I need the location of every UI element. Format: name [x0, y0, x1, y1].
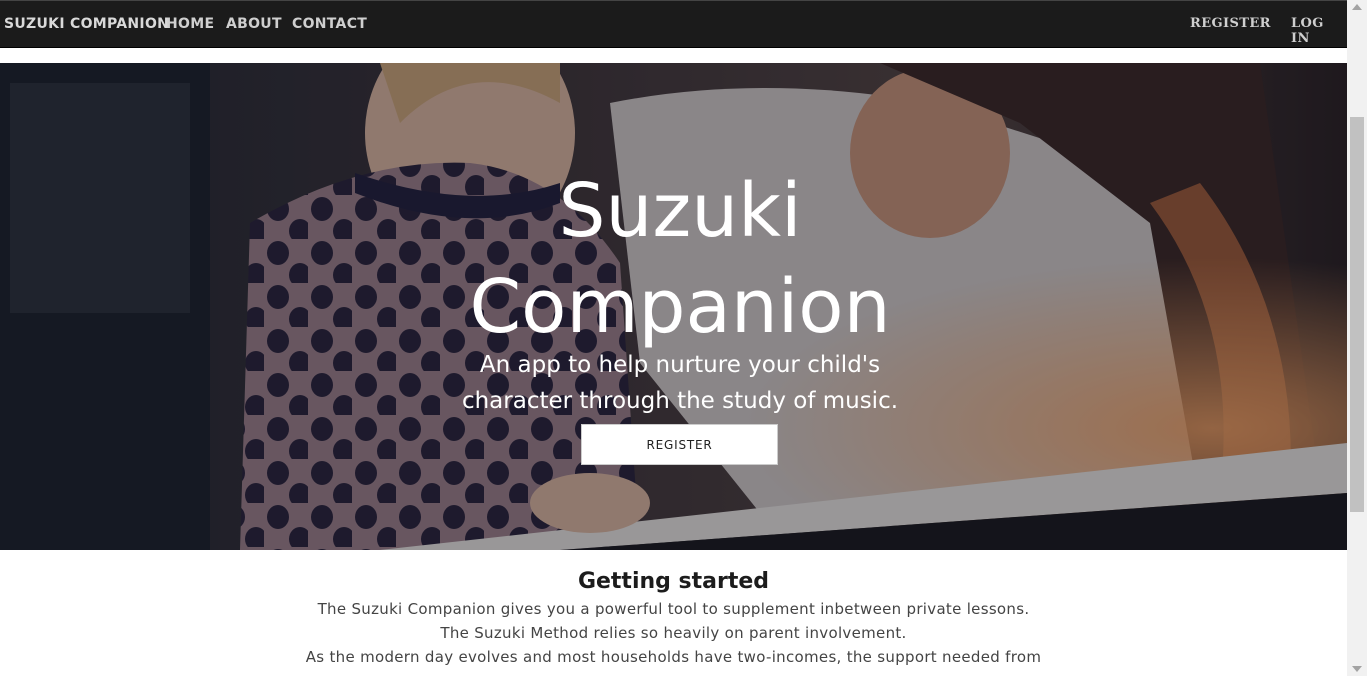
hero-title: Suzuki Companion	[0, 163, 1347, 355]
vertical-scrollbar[interactable]	[1347, 0, 1367, 676]
nav-link-home[interactable]: HOME	[166, 16, 214, 32]
getting-started-section: Getting started The Suzuki Companion giv…	[0, 550, 1347, 669]
hero-title-line-1: Suzuki	[558, 168, 802, 254]
nav-link-about[interactable]: ABOUT	[226, 16, 282, 32]
hero-subtitle-line-1: An app to help nurture your child's	[479, 352, 881, 378]
scroll-down-arrow-icon[interactable]	[1352, 666, 1362, 672]
section-paragraph-line-1: The Suzuki Companion gives you a powerfu…	[317, 600, 1030, 618]
nav-login-link[interactable]: LOG IN	[1291, 16, 1347, 46]
brand-link[interactable]: SUZUKI COMPANION	[4, 16, 169, 32]
nav-register-link[interactable]: REGISTER	[1190, 16, 1271, 31]
hero-title-line-2: Companion	[469, 264, 891, 350]
hero-subtitle: An app to help nurture your child's char…	[430, 347, 930, 419]
section-title: Getting started	[577, 569, 770, 594]
hero-banner: Suzuki Companion An app to help nurture …	[0, 63, 1347, 550]
scrollbar-thumb[interactable]	[1350, 117, 1364, 512]
scroll-up-arrow-icon[interactable]	[1352, 4, 1362, 10]
hero-subtitle-line-2: character through the study of music.	[461, 388, 899, 414]
section-paragraph-line-3: As the modern day evolves and most house…	[305, 648, 1042, 666]
section-paragraph-line-2: The Suzuki Method relies so heavily on p…	[440, 624, 907, 642]
hero-register-button[interactable]: REGISTER	[581, 424, 778, 465]
nav-link-contact[interactable]: CONTACT	[292, 16, 367, 32]
top-navbar: SUZUKI COMPANION HOME ABOUT CONTACT REGI…	[0, 0, 1347, 48]
